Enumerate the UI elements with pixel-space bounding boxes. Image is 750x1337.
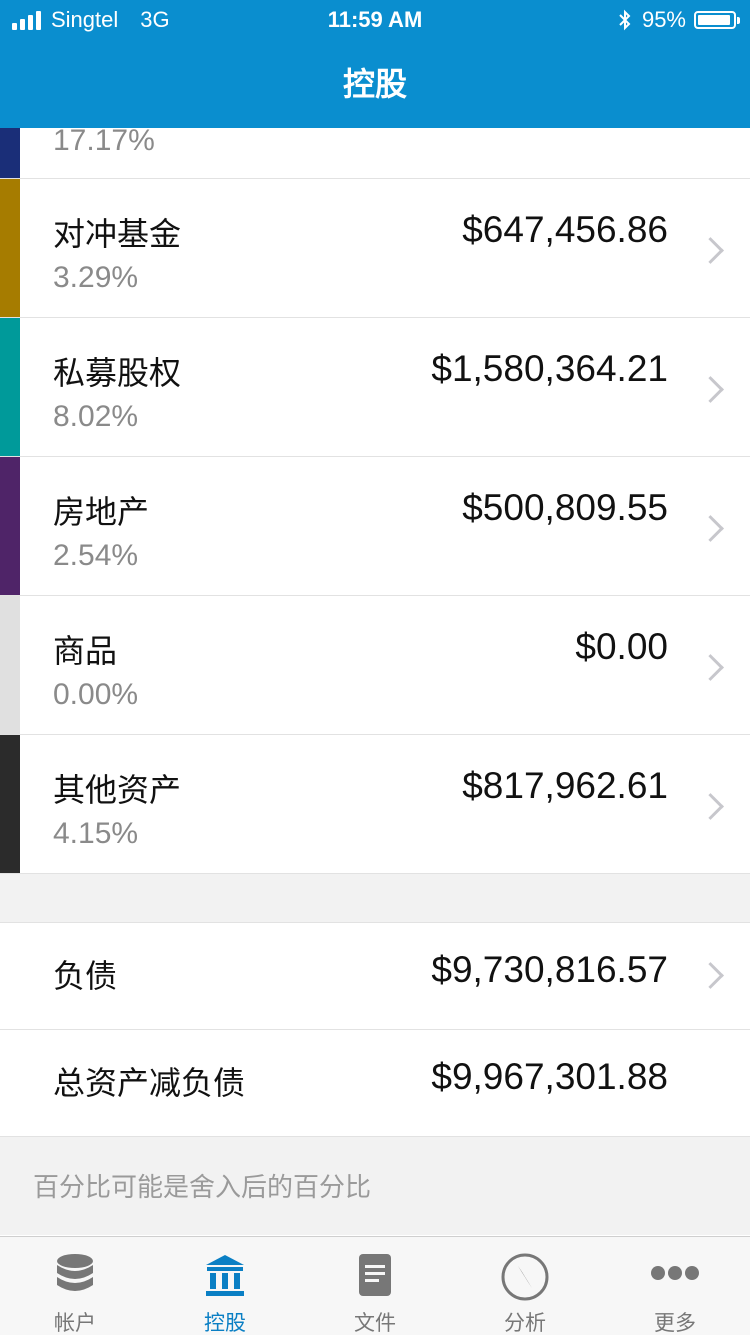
carrier-name: Singtel [51,7,119,32]
footnote-text: 百分比可能是舍入后的百分比 [33,1172,372,1202]
item-percent: 8.02% [53,400,139,433]
category-color-swatch [0,128,20,178]
liabilities-amount: $9,730,816.57 [431,949,668,990]
tab-label: 帐户 [54,1312,96,1335]
chevron-right-icon [697,515,724,542]
item-percent: 4.15% [53,817,139,850]
tab-accounts[interactable]: 帐户 [0,1237,150,1335]
category-color-swatch [0,179,20,317]
tab-more[interactable]: 更多 [600,1237,750,1335]
item-name: 其他资产 [53,772,182,808]
tab-bar: 帐户 控股 文件 分析 更多 [0,1236,750,1335]
document-icon [359,1254,391,1296]
database-icon [57,1254,93,1291]
liabilities-row[interactable]: 负债 $9,730,816.57 [0,923,750,1030]
holdings-list: 17.17% 对冲基金 $647,456.86 3.29% 私募股权 $1,58… [0,124,750,1235]
bank-icon [206,1255,244,1296]
item-amount: $817,962.61 [462,765,668,806]
tab-label: 控股 [204,1312,246,1335]
net-worth-amount: $9,967,301.88 [431,1056,668,1097]
item-amount: $500,809.55 [462,487,668,528]
category-color-swatch [0,596,20,734]
tab-label: 文件 [354,1312,396,1335]
category-color-swatch [0,457,20,595]
battery-icon [694,11,740,29]
battery-fill [698,15,731,25]
item-percent: 17.17% [53,124,155,157]
liabilities-label: 负债 [53,958,118,994]
status-right: 95% [618,7,740,33]
network-type: 3G [140,7,170,32]
item-name: 房地产 [53,494,150,530]
category-color-swatch [0,735,20,873]
item-name: 对冲基金 [53,216,182,252]
status-bar: Singtel 3G 11:59 AM 95% [0,0,750,40]
rounding-footnote: 百分比可能是舍入后的百分比 [0,1137,750,1235]
list-item-hedge-funds[interactable]: 对冲基金 $647,456.86 3.29% [0,179,750,318]
tab-analysis[interactable]: 分析 [450,1237,600,1335]
signal-icon [12,10,41,30]
item-name: 私募股权 [53,355,182,391]
section-separator [0,874,750,923]
nav-bar: 控股 [0,40,750,128]
page-title: 控股 [342,66,407,102]
battery-percent: 95% [641,7,686,32]
list-item-private-equity[interactable]: 私募股权 $1,580,364.21 8.02% [0,318,750,457]
chevron-right-icon [697,376,724,403]
status-left: Singtel 3G [12,7,170,33]
compass-icon [501,1253,549,1301]
item-amount: $647,456.86 [462,209,668,250]
item-percent: 3.29% [53,261,139,294]
item-amount: $1,580,364.21 [431,348,668,389]
item-name: 商品 [53,633,118,669]
chevron-right-icon [697,793,724,820]
tab-documents[interactable]: 文件 [300,1237,450,1335]
list-item-commodities[interactable]: 商品 $0.00 0.00% [0,596,750,735]
item-amount: $0.00 [575,626,668,667]
category-color-swatch [0,318,20,456]
net-worth-row: 总资产减负债 $9,967,301.88 [0,1030,750,1137]
tab-label: 更多 [654,1312,696,1335]
item-percent: 0.00% [53,678,139,711]
chevron-right-icon [697,237,724,264]
list-item-partial[interactable]: 17.17% [0,124,750,179]
list-item-real-estate[interactable]: 房地产 $500,809.55 2.54% [0,457,750,596]
more-icon [651,1266,699,1280]
list-item-other-assets[interactable]: 其他资产 $817,962.61 4.15% [0,735,750,874]
chevron-right-icon [697,962,724,989]
bluetooth-icon [619,9,631,31]
net-worth-label: 总资产减负债 [53,1065,246,1101]
tab-label: 分析 [504,1312,546,1335]
tab-holdings[interactable]: 控股 [150,1237,300,1335]
item-percent: 2.54% [53,539,139,572]
chevron-right-icon [697,654,724,681]
